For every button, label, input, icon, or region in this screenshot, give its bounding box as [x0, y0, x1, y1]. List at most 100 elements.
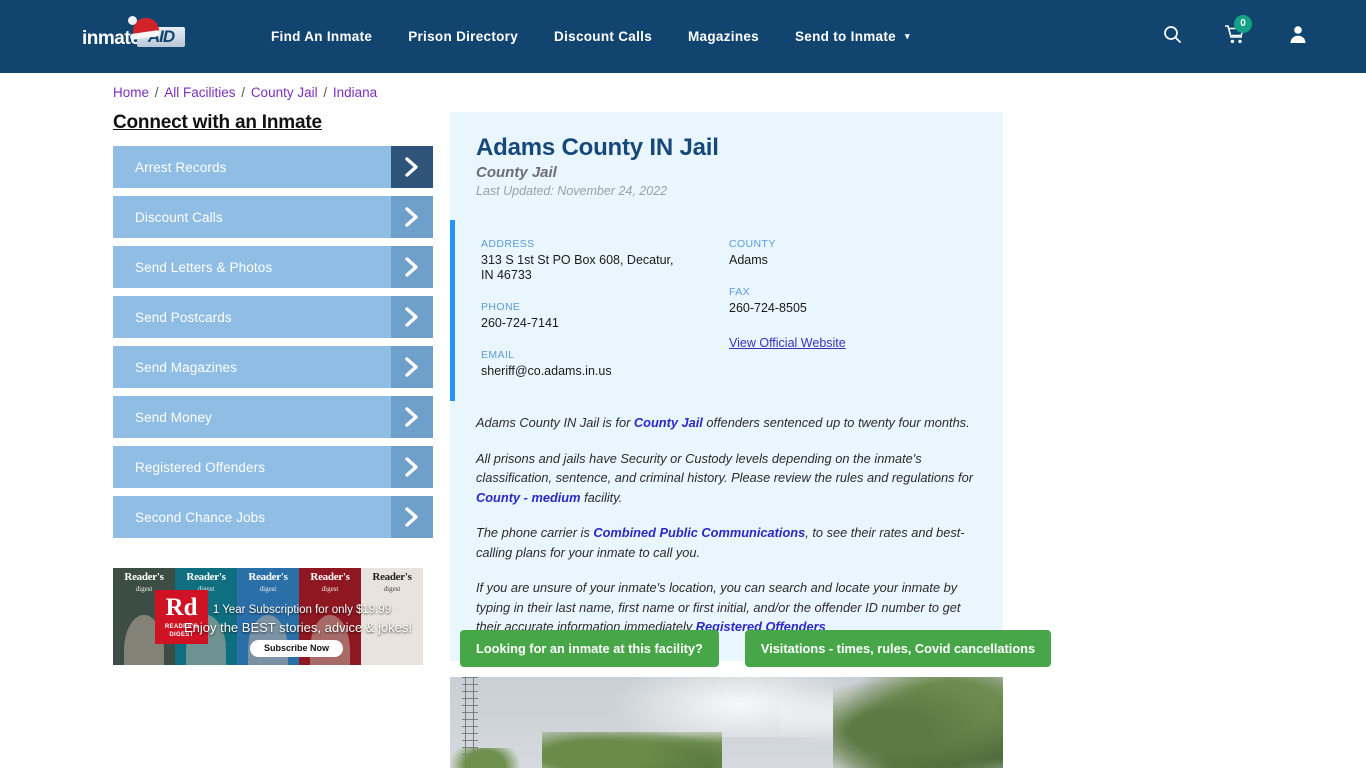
ad-subheadline: Enjoy the BEST stories, advice & jokes! — [183, 620, 413, 635]
breadcrumb-separator: / — [319, 85, 331, 100]
sidebar-item-send-postcards[interactable]: Send Postcards — [113, 296, 433, 338]
contact-value: 260-724-7141 — [481, 316, 559, 330]
chevron-right-icon — [391, 496, 433, 538]
sidebar-title: Connect with an Inmate — [113, 112, 322, 133]
nav-label: Prison Directory — [408, 29, 519, 44]
sidebar-item-label: Send Letters & Photos — [135, 259, 273, 275]
sidebar-item-label: Second Chance Jobs — [135, 509, 266, 525]
ad-headline: 1 Year Subscription for only $19.99 — [212, 604, 392, 616]
ad-cover-subtitle: digest — [321, 585, 339, 593]
photo-tree — [833, 677, 1003, 768]
ad-subscribe-button[interactable]: Subscribe Now — [250, 640, 343, 657]
facility-type: County Jail — [476, 164, 557, 181]
description-paragraph: If you are unsure of your inmate's locat… — [476, 578, 977, 637]
looking-for-inmate-button[interactable]: Looking for an inmate at this facility? — [460, 630, 719, 667]
site-header: inmate AID Find An Inmate Prison Directo… — [0, 0, 1366, 73]
contact-field-fax: FAX 260-724-8505 — [729, 286, 977, 316]
facility-last-updated: Last Updated: November 24, 2022 — [476, 184, 668, 198]
contact-value: 313 S 1st St PO Box 608, Decatur, IN 467… — [481, 253, 674, 282]
cart-count-badge: 0 — [1234, 15, 1252, 33]
contact-field-county: COUNTY Adams — [729, 238, 977, 268]
facility-header: Adams County IN Jail County Jail Last Up… — [450, 112, 1003, 212]
breadcrumb-item-county-jail[interactable]: County Jail — [251, 85, 318, 100]
description-link-county-medium[interactable]: County - medium — [476, 490, 581, 505]
contact-field-phone: PHONE 260-724-7141 — [481, 301, 729, 331]
contact-column-left: ADDRESS 313 S 1st St PO Box 608, Decatur… — [481, 238, 729, 379]
sidebar-item-label: Discount Calls — [135, 209, 223, 225]
sidebar-item-send-money[interactable]: Send Money — [113, 396, 433, 438]
contact-details-block: ADDRESS 313 S 1st St PO Box 608, Decatur… — [450, 220, 1003, 401]
visitations-button[interactable]: Visitations - times, rules, Covid cancel… — [744, 630, 1052, 667]
facility-action-buttons: Looking for an inmate at this facility? … — [460, 630, 1052, 667]
description-paragraph: Adams County IN Jail is for County Jail … — [476, 413, 977, 433]
sidebar-item-label: Send Postcards — [135, 309, 232, 325]
sidebar-item-label: Arrest Records — [135, 159, 227, 175]
sidebar-item-registered-offenders[interactable]: Registered Offenders — [113, 446, 433, 488]
nav-item-magazines[interactable]: Magazines — [670, 29, 777, 44]
breadcrumb-separator: / — [237, 85, 249, 100]
facility-photo — [450, 677, 1003, 768]
cart-icon[interactable]: 0 — [1224, 15, 1252, 49]
contact-field-official-website: View Official Website — [729, 334, 977, 352]
facility-description: Adams County IN Jail is for County Jail … — [450, 401, 1003, 661]
ad-cover-subtitle: digest — [259, 585, 277, 593]
nav-item-find-an-inmate[interactable]: Find An Inmate — [253, 29, 390, 44]
nav-item-send-to-inmate[interactable]: Send to Inmate ▾ — [777, 29, 928, 44]
contact-column-right: COUNTY Adams FAX 260-724-8505 View Offic… — [729, 238, 977, 379]
contact-label: COUNTY — [729, 238, 776, 250]
contact-label: EMAIL — [481, 349, 515, 361]
sidebar-item-send-magazines[interactable]: Send Magazines — [113, 346, 433, 388]
breadcrumb-item-indiana[interactable]: Indiana — [333, 85, 377, 100]
user-icon[interactable] — [1288, 24, 1308, 49]
chevron-right-icon — [391, 146, 433, 188]
chevron-right-icon — [391, 296, 433, 338]
ad-cover: Reader's digest — [361, 568, 423, 665]
description-text: All prisons and jails have Security or C… — [476, 450, 973, 486]
santa-hat-pom-icon — [128, 16, 137, 25]
contact-field-address: ADDRESS 313 S 1st St PO Box 608, Decatur… — [481, 238, 729, 283]
breadcrumb-item-home[interactable]: Home — [113, 85, 149, 100]
chevron-right-icon — [391, 396, 433, 438]
nav-item-prison-directory[interactable]: Prison Directory — [390, 29, 536, 44]
readers-digest-ad-banner[interactable]: Reader's digest Reader's digest Reader's… — [113, 568, 423, 665]
sidebar-item-label: Send Magazines — [135, 359, 237, 375]
chevron-right-icon — [391, 196, 433, 238]
page-title: Adams County IN Jail — [476, 134, 719, 161]
contact-value: Adams — [729, 253, 768, 267]
description-text: The phone carrier is — [476, 525, 594, 540]
nav-label: Send to Inmate — [795, 29, 896, 44]
chevron-right-icon — [391, 346, 433, 388]
description-text: facility. — [580, 489, 623, 505]
description-link-phone-carrier[interactable]: Combined Public Communications — [593, 525, 805, 540]
sidebar: Connect with an Inmate Arrest Records Di… — [113, 112, 433, 546]
photo-tree — [542, 732, 722, 768]
chevron-right-icon — [391, 246, 433, 288]
ad-cover-subtitle: digest — [383, 585, 401, 593]
contact-label: FAX — [729, 286, 751, 298]
sidebar-item-label: Registered Offenders — [135, 459, 266, 475]
breadcrumb: Home / All Facilities / County Jail / In… — [113, 85, 377, 100]
breadcrumb-item-all-facilities[interactable]: All Facilities — [164, 85, 235, 100]
description-link-county-jail[interactable]: County Jail — [634, 415, 703, 430]
facility-info-card: Adams County IN Jail County Jail Last Up… — [450, 112, 1003, 661]
nav-label: Discount Calls — [554, 29, 653, 44]
official-website-link[interactable]: View Official Website — [729, 336, 846, 350]
site-logo[interactable]: inmate AID — [82, 15, 186, 52]
contact-value: sheriff@co.adams.in.us — [481, 364, 612, 378]
main-navigation: Find An Inmate Prison Directory Discount… — [253, 0, 928, 73]
contact-label: ADDRESS — [481, 238, 535, 250]
sidebar-item-label: Send Money — [135, 409, 212, 425]
nav-item-discount-calls[interactable]: Discount Calls — [536, 29, 670, 44]
chevron-down-icon: ▾ — [905, 31, 910, 41]
sidebar-item-send-letters-photos[interactable]: Send Letters & Photos — [113, 246, 433, 288]
breadcrumb-separator: / — [151, 85, 163, 100]
sidebar-item-arrest-records[interactable]: Arrest Records — [113, 146, 433, 188]
description-paragraph: The phone carrier is Combined Public Com… — [476, 523, 977, 562]
sidebar-item-second-chance-jobs[interactable]: Second Chance Jobs — [113, 496, 433, 538]
nav-label: Magazines — [688, 29, 759, 44]
photo-tree — [450, 748, 520, 768]
search-icon[interactable] — [1163, 25, 1182, 49]
sidebar-item-discount-calls[interactable]: Discount Calls — [113, 196, 433, 238]
ad-cover-title: Reader's — [248, 571, 288, 583]
nav-label: Find An Inmate — [271, 29, 373, 44]
